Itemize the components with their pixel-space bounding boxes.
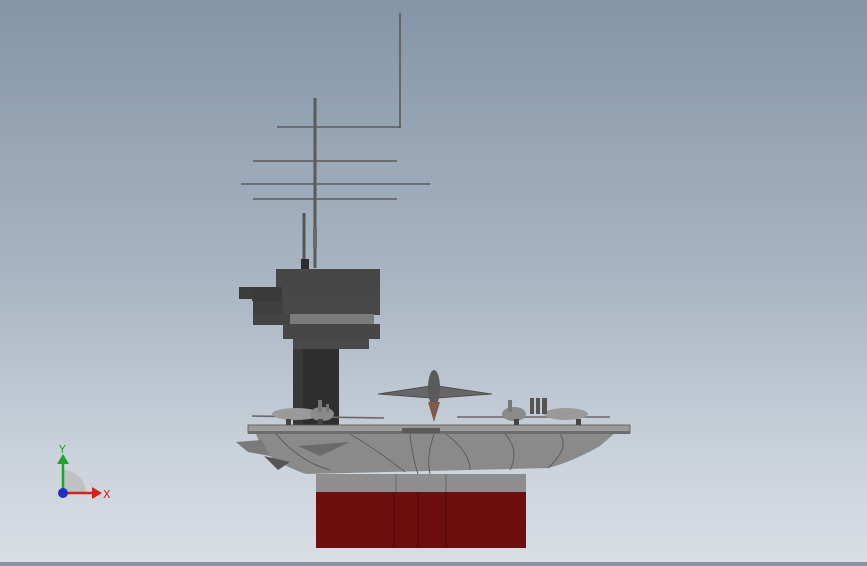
axis-label-x: X (103, 488, 111, 501)
island-superstructure (239, 269, 380, 427)
axis-label-y: Y (58, 443, 66, 456)
model-viewport[interactable]: X Y (0, 0, 867, 562)
aircraft-left (251, 400, 385, 425)
aircraft-center (377, 370, 493, 422)
flight-deck (247, 424, 631, 434)
antenna-mast (241, 13, 430, 269)
coordinate-triad-icon: X Y (57, 443, 111, 501)
hull (236, 432, 616, 548)
carrier-model (236, 13, 631, 548)
aircraft-right (457, 398, 610, 425)
